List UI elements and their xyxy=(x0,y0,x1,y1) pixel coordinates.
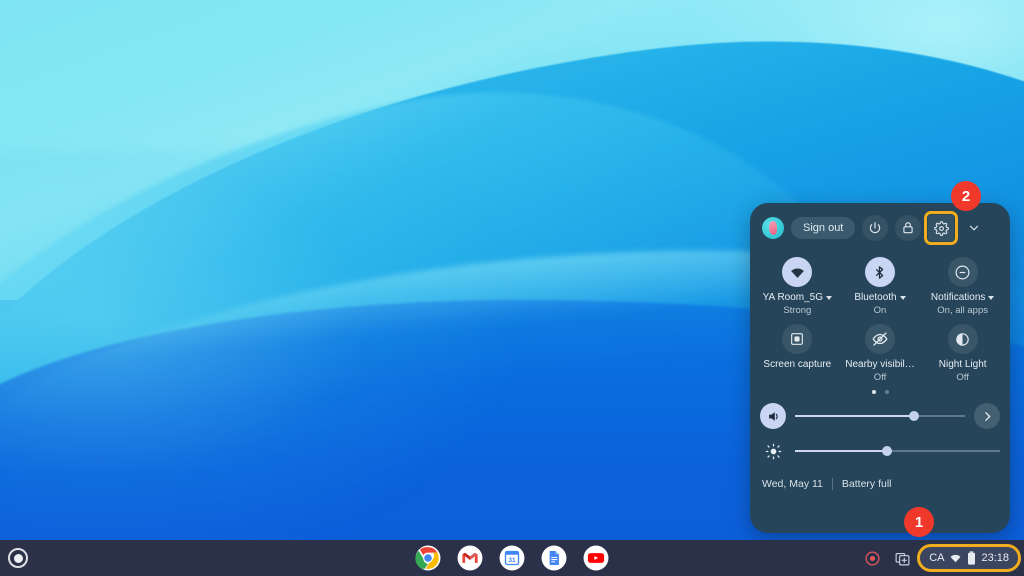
tile-night-light-sub: Off xyxy=(956,372,969,383)
step-badge-1: 1 xyxy=(904,507,934,537)
tile-nearby-visibility-sub: Off xyxy=(873,372,887,383)
shelf-app-list: 31 xyxy=(415,545,609,571)
tile-screen-capture[interactable]: Screen capture xyxy=(756,321,839,384)
svg-text:31: 31 xyxy=(508,557,516,564)
launcher-icon[interactable] xyxy=(8,548,28,568)
volume-icon[interactable] xyxy=(760,403,786,429)
docs-app-icon[interactable] xyxy=(541,545,567,571)
shelf: 31 CA 23:18 xyxy=(0,540,1024,576)
night-light-icon xyxy=(947,324,978,354)
tile-bluetooth-sub: On xyxy=(873,305,887,316)
bluetooth-icon xyxy=(864,257,895,287)
volume-slider[interactable] xyxy=(795,411,965,421)
pagination-dot-2[interactable] xyxy=(884,390,889,394)
shelf-status-area: CA 23:18 xyxy=(860,544,1021,572)
quick-settings-panel: Sign out YA Room_5G Strong Bluetooth On … xyxy=(750,203,1010,533)
gmail-app-icon[interactable] xyxy=(457,545,483,571)
do-not-disturb-icon xyxy=(947,257,978,287)
quick-settings-footer: Wed, May 11 Battery full xyxy=(750,478,1010,490)
wallpaper-left-glow xyxy=(0,150,520,570)
clock-label: 23:18 xyxy=(981,552,1009,564)
tile-wifi-sub: Strong xyxy=(783,305,812,316)
settings-gear-button[interactable] xyxy=(924,211,959,245)
battery-status-label[interactable]: Battery full xyxy=(842,478,892,490)
step-badge-2: 2 xyxy=(951,181,981,211)
tile-bluetooth-label: Bluetooth xyxy=(854,292,906,304)
language-indicator: CA xyxy=(929,552,945,564)
sign-out-button[interactable]: Sign out xyxy=(791,217,856,239)
tile-notifications-label: Notifications xyxy=(931,292,995,304)
tile-night-light-label: Night Light xyxy=(938,359,987,370)
tile-pagination xyxy=(750,390,1010,394)
chevron-right-icon[interactable] xyxy=(974,403,1000,429)
calendar-app-icon[interactable]: 31 xyxy=(499,545,525,571)
footer-divider xyxy=(831,478,833,490)
power-icon[interactable] xyxy=(862,215,889,241)
date-label[interactable]: Wed, May 11 xyxy=(762,478,823,490)
tile-notifications-sub: On, all apps xyxy=(937,305,988,316)
eye-off-icon xyxy=(864,324,895,354)
tile-bluetooth[interactable]: Bluetooth On xyxy=(839,254,922,317)
chevron-down-icon[interactable] xyxy=(963,217,985,239)
lock-icon[interactable] xyxy=(895,215,922,241)
quick-settings-tiles: YA Room_5G Strong Bluetooth On Notificat… xyxy=(750,245,1010,384)
brightness-slider-row xyxy=(750,438,1010,464)
chevron-down-icon[interactable] xyxy=(899,296,906,300)
tile-wifi-label: YA Room_5G xyxy=(763,292,833,304)
wifi-icon xyxy=(782,257,813,287)
chevron-down-icon[interactable] xyxy=(988,296,995,300)
tile-screen-capture-label: Screen capture xyxy=(763,359,832,370)
youtube-app-icon[interactable] xyxy=(583,545,609,571)
chrome-app-icon[interactable] xyxy=(415,545,441,571)
tile-night-light[interactable]: Night Light Off xyxy=(921,321,1004,384)
screen-record-icon[interactable] xyxy=(860,546,884,570)
wifi-icon xyxy=(950,554,961,562)
tile-nearby-visibility-label: Nearby visibil… xyxy=(845,359,915,370)
battery-icon xyxy=(968,551,976,565)
tile-wifi[interactable]: YA Room_5G Strong xyxy=(756,254,839,317)
brightness-icon[interactable] xyxy=(760,438,786,464)
volume-slider-row xyxy=(750,403,1010,429)
pagination-dot-1[interactable] xyxy=(871,390,876,394)
user-avatar[interactable] xyxy=(762,217,784,239)
tile-notifications[interactable]: Notifications On, all apps xyxy=(921,254,1004,317)
tile-nearby-visibility[interactable]: Nearby visibil… Off xyxy=(839,321,922,384)
brightness-slider[interactable] xyxy=(795,446,1000,456)
screen-capture-icon xyxy=(782,324,813,354)
desk-switch-icon[interactable] xyxy=(890,546,914,570)
chevron-down-icon[interactable] xyxy=(826,296,833,300)
status-tray[interactable]: CA 23:18 xyxy=(917,544,1021,572)
